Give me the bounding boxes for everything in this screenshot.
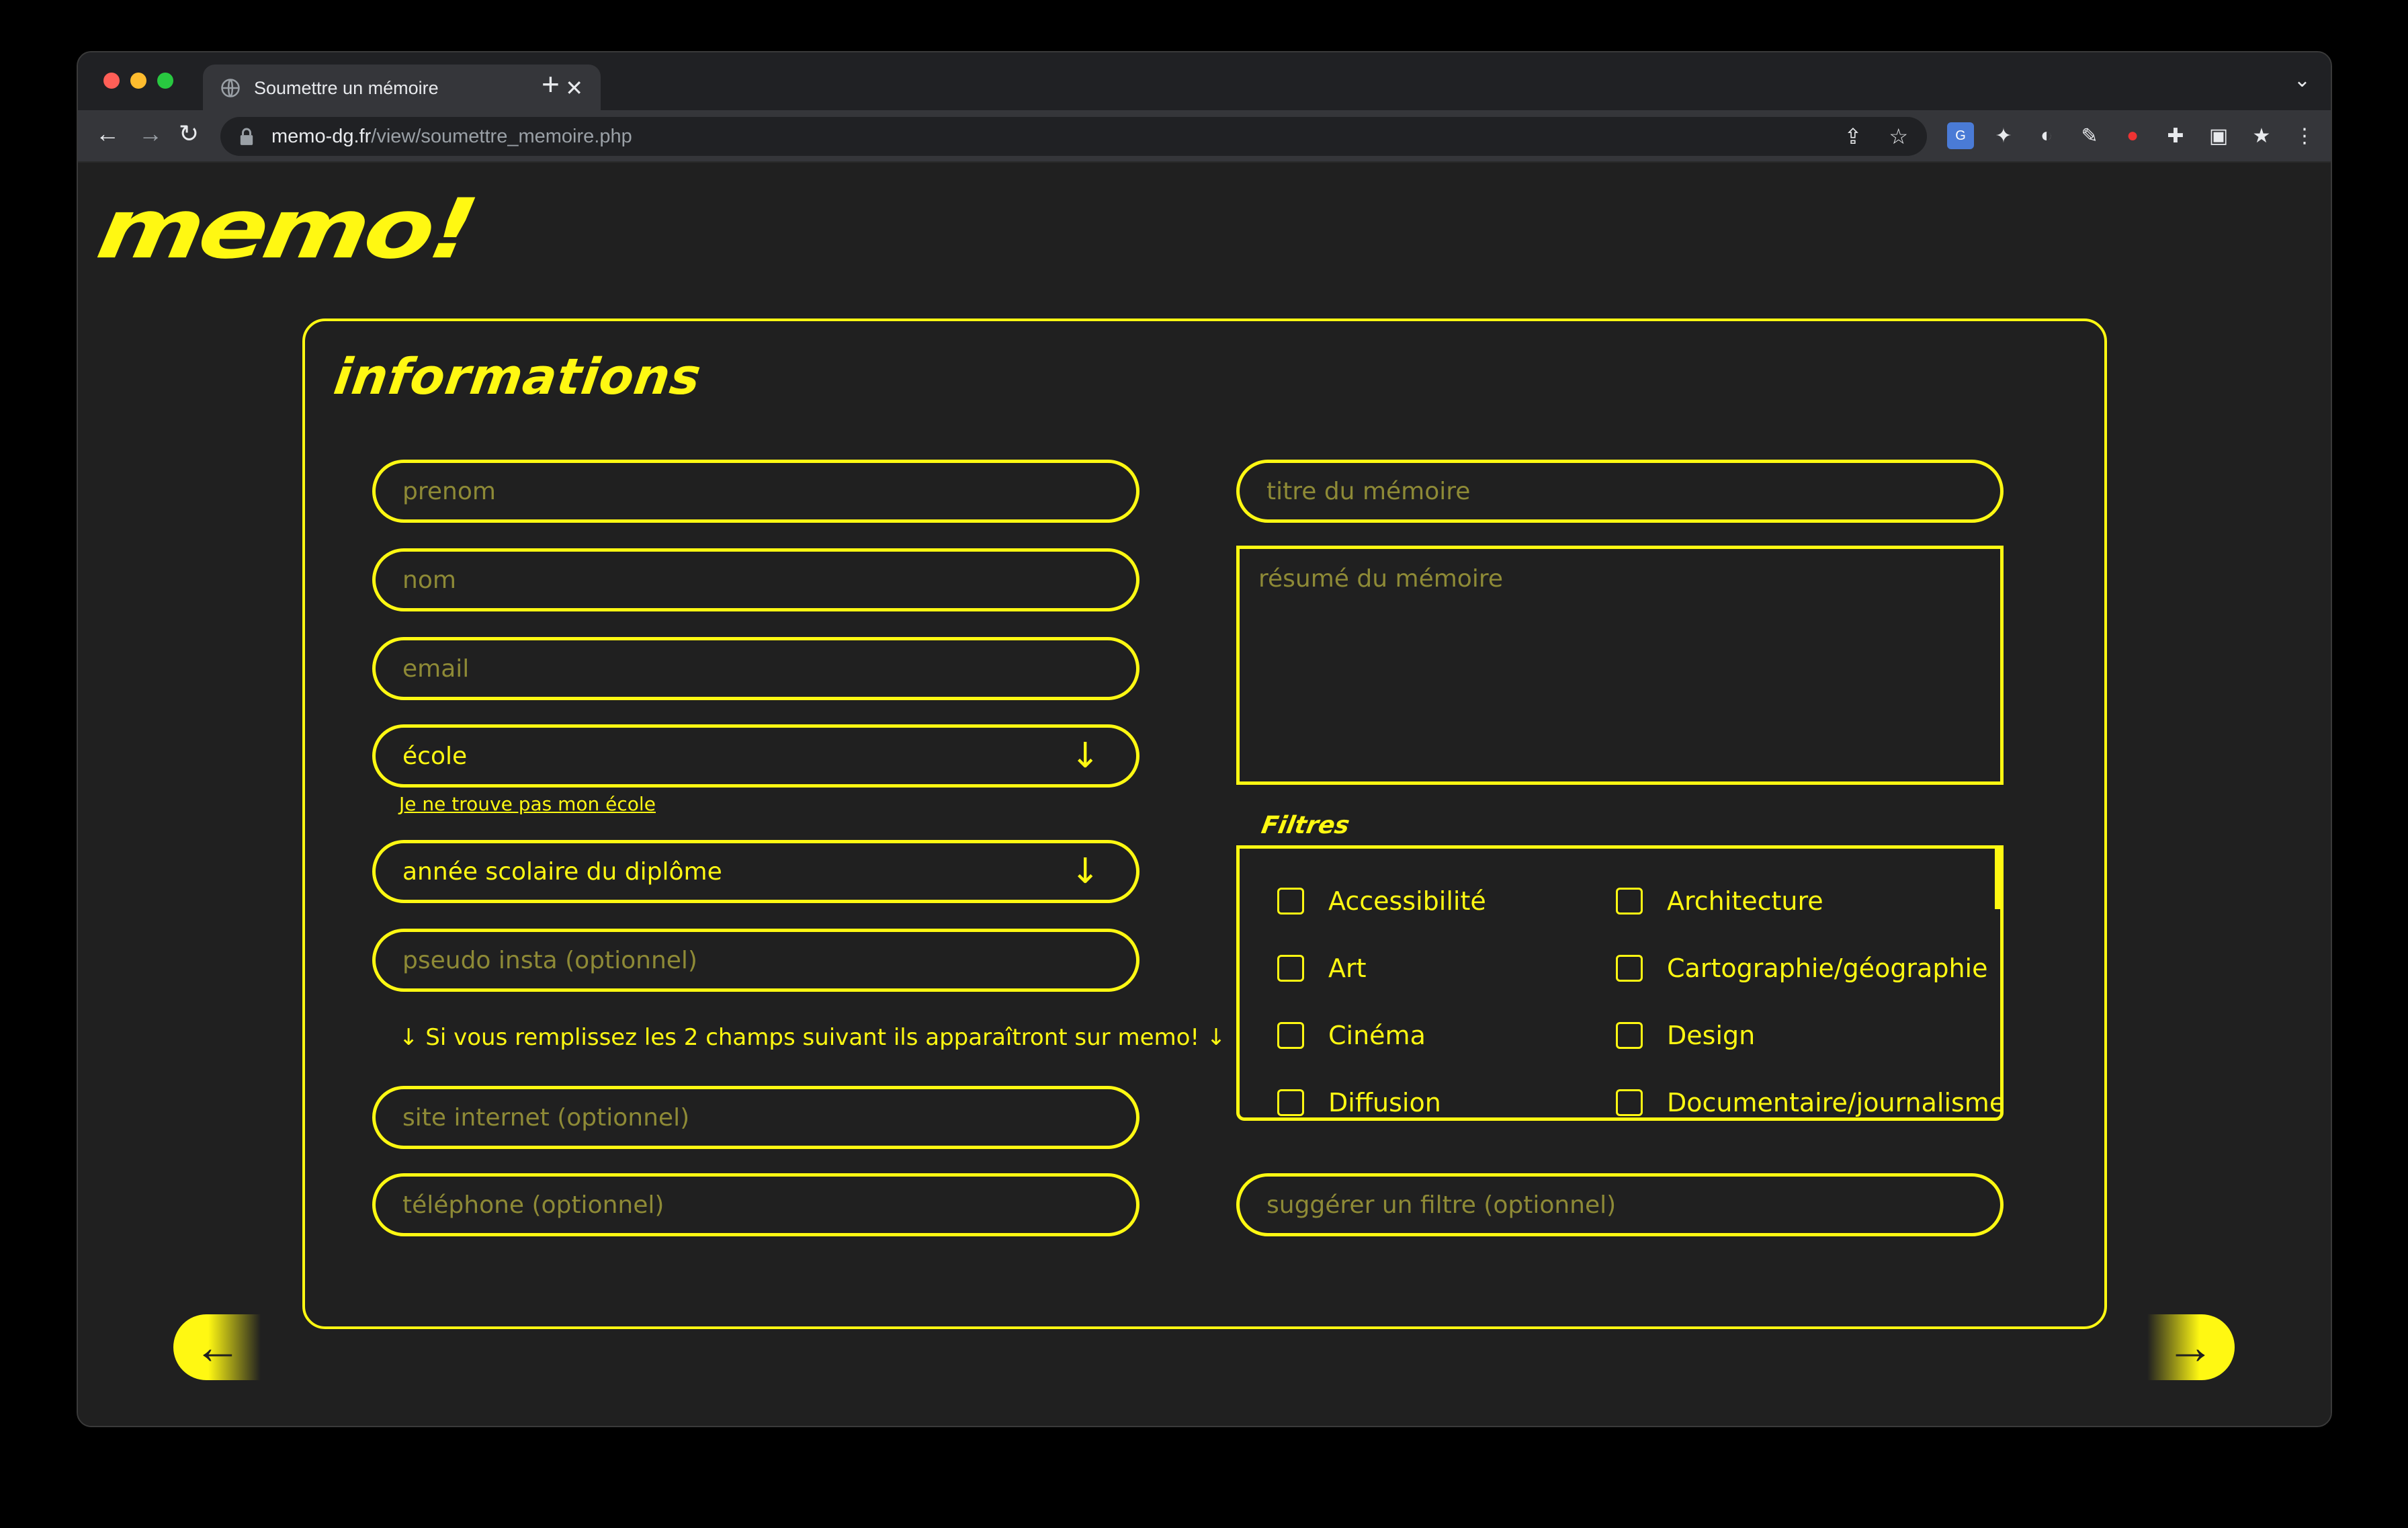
checkbox[interactable] xyxy=(1277,888,1304,915)
annee-select[interactable]: année scolaire du diplôme ↓ xyxy=(372,840,1140,903)
maximize-window-button[interactable] xyxy=(157,73,173,89)
new-tab-button[interactable]: + xyxy=(542,66,560,102)
browser-window: Soumettre un mémoire ✕ + ⌄ ← → ↻ memo-dg… xyxy=(77,51,2332,1427)
browser-menu-icon[interactable]: ⋮ xyxy=(2291,122,2318,149)
filter-label: Architecture xyxy=(1667,886,1823,916)
checkbox[interactable] xyxy=(1616,955,1643,982)
checkbox[interactable] xyxy=(1277,1089,1304,1116)
optional-fields-note: ↓ Si vous remplissez les 2 champs suivan… xyxy=(399,1024,1226,1051)
eyedropper-extension-icon[interactable]: ✎ xyxy=(2076,122,2103,149)
filter-label: Diffusion xyxy=(1328,1088,1441,1117)
side-panel-icon[interactable]: ▣ xyxy=(2205,122,2232,149)
adblock-extension-icon[interactable]: ● xyxy=(2119,122,2146,149)
chevron-down-icon: ↓ xyxy=(1070,736,1100,776)
profile-avatar-icon[interactable]: ★ xyxy=(2248,122,2275,149)
filter-option[interactable]: Art xyxy=(1277,953,1367,983)
url-path: /view/soumettre_memoire.php xyxy=(371,125,632,147)
minimize-window-button[interactable] xyxy=(130,73,146,89)
checkbox[interactable] xyxy=(1277,1022,1304,1049)
page-content: memo! informations prenom nom email écol… xyxy=(78,164,2331,1426)
close-tab-icon[interactable]: ✕ xyxy=(565,75,583,101)
filter-label: Documentaire/journalisme xyxy=(1667,1088,2004,1117)
prenom-field[interactable]: prenom xyxy=(372,460,1140,523)
filter-option[interactable]: Cinéma xyxy=(1277,1021,1426,1050)
site-logo[interactable]: memo! xyxy=(91,181,481,278)
filter-label: Design xyxy=(1667,1021,1756,1050)
annee-select-label: année scolaire du diplôme xyxy=(402,857,722,886)
left-arrow-icon: ← xyxy=(194,1320,242,1374)
ecole-select-label: école xyxy=(402,742,468,770)
filters-list[interactable]: Accessibilité Architecture Art Cartograp… xyxy=(1236,845,2004,1121)
share-icon[interactable]: ⇪ xyxy=(1844,124,1862,149)
tab-search-chevron-icon[interactable]: ⌄ xyxy=(2294,69,2311,92)
filter-label: Art xyxy=(1328,953,1367,983)
extensions-puzzle-icon[interactable]: ✚ xyxy=(2162,122,2189,149)
reload-icon[interactable]: ↻ xyxy=(179,120,199,148)
url-host: memo-dg.fr xyxy=(271,125,372,147)
tab-bar: Soumettre un mémoire ✕ + ⌄ xyxy=(78,52,2331,112)
website-field[interactable]: site internet (optionnel) xyxy=(372,1086,1140,1149)
checkbox[interactable] xyxy=(1277,955,1304,982)
extension-runner-icon[interactable]: ✦ xyxy=(1990,122,2017,149)
checkbox[interactable] xyxy=(1616,888,1643,915)
color-picker-extension-icon[interactable]: ◐ xyxy=(2033,122,2060,149)
filter-option[interactable]: Design xyxy=(1616,1021,1755,1050)
filter-option[interactable]: Diffusion xyxy=(1277,1088,1441,1117)
form-heading: informations xyxy=(330,348,705,406)
translate-extension-icon[interactable]: G xyxy=(1947,122,1974,149)
close-window-button[interactable] xyxy=(103,73,120,89)
filter-label: Cartographie/géographie xyxy=(1667,953,1988,983)
filter-option[interactable]: Cartographie/géographie xyxy=(1616,953,1988,983)
bookmark-star-icon[interactable]: ☆ xyxy=(1889,124,1908,149)
memoire-title-field[interactable]: titre du mémoire xyxy=(1236,460,2004,523)
right-arrow-icon: → xyxy=(2166,1320,2214,1374)
filters-scrollbar[interactable] xyxy=(1995,849,2000,909)
filter-label: Accessibilité xyxy=(1328,886,1486,916)
checkbox[interactable] xyxy=(1616,1022,1643,1049)
address-bar[interactable]: memo-dg.fr/view/soumettre_memoire.php ⇪ … xyxy=(220,117,1927,156)
chevron-down-icon: ↓ xyxy=(1070,851,1100,892)
suggest-filter-field[interactable]: suggérer un filtre (optionnel) xyxy=(1236,1173,2004,1236)
email-field[interactable]: email xyxy=(372,637,1140,700)
forward-arrow-icon[interactable]: → xyxy=(138,120,163,148)
browser-toolbar: ← → ↻ memo-dg.fr/view/soumettre_memoire.… xyxy=(78,110,2331,163)
filter-label: Cinéma xyxy=(1328,1021,1426,1050)
globe-icon xyxy=(221,79,240,97)
missing-school-link[interactable]: Je ne trouve pas mon école xyxy=(399,793,656,815)
informations-form: informations prenom nom email école ↓ Je… xyxy=(302,319,2107,1329)
nom-field[interactable]: nom xyxy=(372,548,1140,611)
filter-option[interactable]: Architecture xyxy=(1616,886,1823,916)
checkbox[interactable] xyxy=(1616,1089,1643,1116)
insta-field[interactable]: pseudo insta (optionnel) xyxy=(372,929,1140,992)
memoire-summary-textarea[interactable]: résumé du mémoire xyxy=(1236,546,2004,785)
filter-option[interactable]: Accessibilité xyxy=(1277,886,1486,916)
back-arrow-icon[interactable]: ← xyxy=(95,120,120,148)
ecole-select[interactable]: école ↓ xyxy=(372,724,1140,788)
filters-title: Filtres xyxy=(1259,812,1352,839)
previous-step-button[interactable]: ← xyxy=(173,1314,261,1380)
next-step-button[interactable]: → xyxy=(2147,1314,2235,1380)
filter-option[interactable]: Documentaire/journalisme xyxy=(1616,1088,2004,1117)
lock-icon xyxy=(240,128,253,145)
window-controls xyxy=(103,73,173,89)
phone-field[interactable]: téléphone (optionnel) xyxy=(372,1173,1140,1236)
tab-title: Soumettre un mémoire xyxy=(254,77,439,98)
